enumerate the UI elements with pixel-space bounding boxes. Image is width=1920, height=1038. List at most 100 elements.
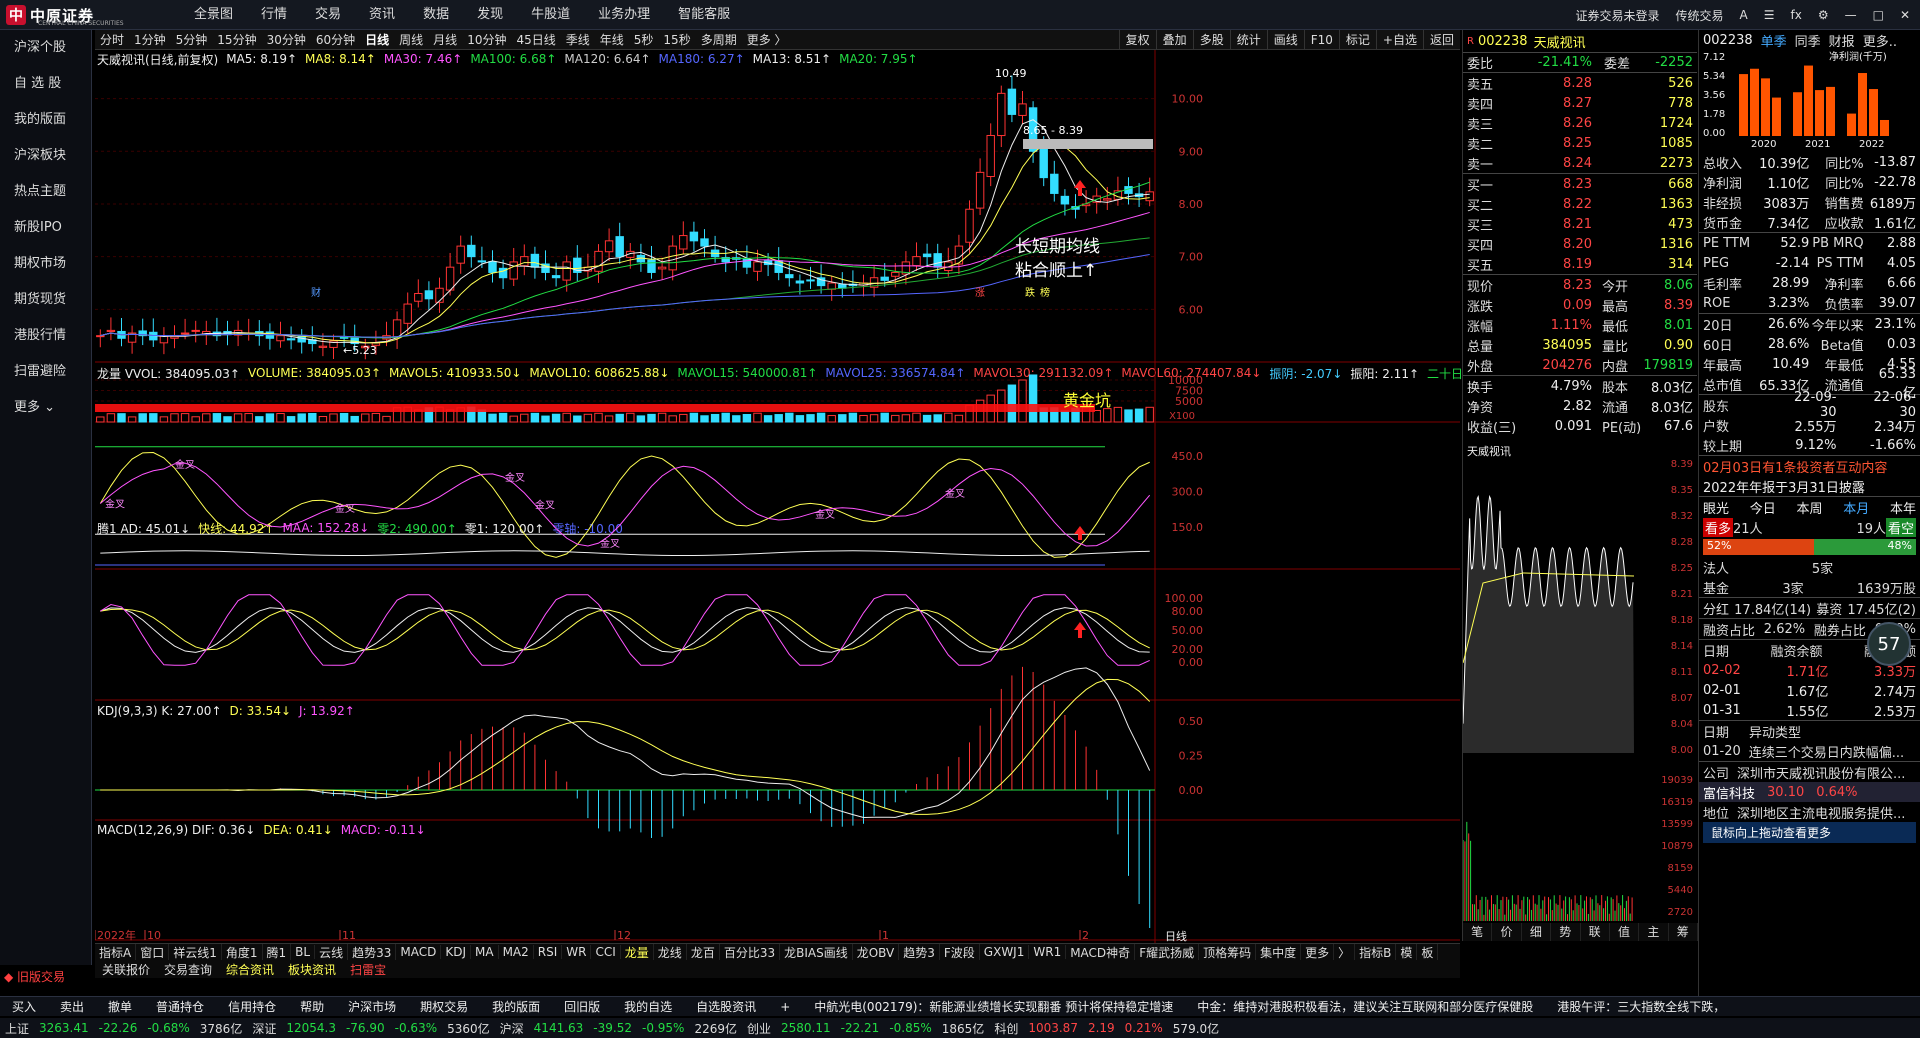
quick-btn-2[interactable]: 撤单 bbox=[96, 998, 144, 1015]
indicator-tab-28[interactable]: 集中度 bbox=[1256, 944, 1301, 961]
quick-btn-8[interactable]: 我的版面 bbox=[480, 998, 552, 1015]
nav-item-4[interactable]: 数据 bbox=[409, 0, 463, 30]
quick-btn-12[interactable]: + bbox=[768, 1000, 802, 1014]
nav-item-0[interactable]: 全景图 bbox=[180, 0, 247, 30]
quick-btn-5[interactable]: 帮助 bbox=[288, 998, 336, 1015]
intraday-tab-6[interactable]: 主 bbox=[1639, 923, 1668, 941]
indicator-tab-30[interactable]: 〉 bbox=[1334, 944, 1355, 961]
nav-item-7[interactable]: 业务办理 bbox=[584, 0, 664, 30]
intraday-tab-1[interactable]: 价 bbox=[1492, 923, 1521, 941]
indicator-tab-25[interactable]: MACD神奇 bbox=[1066, 944, 1135, 961]
ask-row[interactable]: 卖五 8.28 526 bbox=[1463, 73, 1697, 93]
nav-item-8[interactable]: 智能客服 bbox=[664, 0, 744, 30]
tool-4[interactable]: 画线 bbox=[1267, 30, 1304, 50]
topright-item-3[interactable]: ☰ bbox=[1764, 8, 1775, 22]
period-12[interactable]: 年线 bbox=[595, 31, 629, 48]
tool-5[interactable]: F10 bbox=[1304, 30, 1339, 50]
indicator-tab-31[interactable]: 指标B bbox=[1355, 944, 1396, 961]
sidebar-item-7[interactable]: 期货现货 bbox=[0, 282, 91, 318]
indicator-tab-17[interactable]: 龙百 bbox=[687, 944, 720, 961]
sidebar-item-2[interactable]: 我的版面 bbox=[0, 102, 91, 138]
tool-8[interactable]: 返回 bbox=[1423, 30, 1460, 50]
fin-tab-0[interactable]: 单季 bbox=[1761, 31, 1787, 50]
topright-item-1[interactable]: 传统交易 bbox=[1676, 7, 1724, 24]
quick-btn-7[interactable]: 期权交易 bbox=[408, 998, 480, 1015]
intraday-tab-2[interactable]: 细 bbox=[1522, 923, 1551, 941]
intraday-tab-3[interactable]: 势 bbox=[1551, 923, 1580, 941]
indicator-tab-29[interactable]: 更多 bbox=[1301, 944, 1334, 961]
quick-btn-3[interactable]: 普通持仓 bbox=[144, 998, 216, 1015]
sentiment-tab[interactable]: 眼光 bbox=[1703, 498, 1729, 517]
nav-item-1[interactable]: 行情 bbox=[247, 0, 301, 30]
sidebar-item-8[interactable]: 港股行情 bbox=[0, 318, 91, 354]
fin-tab-1[interactable]: 同季 bbox=[1795, 31, 1821, 50]
info-tab-1[interactable]: 交易查询 bbox=[157, 961, 219, 978]
nav-item-5[interactable]: 发现 bbox=[463, 0, 517, 30]
bid-row[interactable]: 买五 8.19 314 bbox=[1463, 254, 1697, 274]
quick-btn-0[interactable]: 买入 bbox=[0, 998, 48, 1015]
quick-btn-6[interactable]: 沪深市场 bbox=[336, 998, 408, 1015]
topright-item-8[interactable]: ✕ bbox=[1900, 8, 1910, 22]
kline-chart[interactable]: 10.009.008.007.006.0010.49←5.238.65 - 8.… bbox=[95, 50, 1460, 943]
bid-row[interactable]: 买三 8.21 473 bbox=[1463, 214, 1697, 234]
period-0[interactable]: 分时 bbox=[95, 31, 129, 48]
period-9[interactable]: 10分钟 bbox=[462, 31, 511, 48]
topright-item-7[interactable]: □ bbox=[1873, 8, 1884, 22]
sidebar-item-10[interactable]: 更多 ⌄ bbox=[0, 390, 91, 426]
news-item[interactable]: 2022年年报于3月31日披露 bbox=[1699, 476, 1920, 496]
info-tab-3[interactable]: 板块资讯 bbox=[281, 961, 343, 978]
topright-item-5[interactable]: ⚙ bbox=[1818, 8, 1829, 22]
indicator-tab-32[interactable]: 模 bbox=[1396, 944, 1417, 961]
info-tab-0[interactable]: 关联报价 bbox=[95, 961, 157, 978]
indicator-tab-18[interactable]: 百分比33 bbox=[720, 944, 780, 961]
indicator-tab-6[interactable]: 云线 bbox=[315, 944, 348, 961]
news-ticker-3[interactable]: 港股午评：三大指数全线下跌， bbox=[1545, 998, 1737, 1015]
indicator-tab-16[interactable]: 龙线 bbox=[654, 944, 687, 961]
sidebar-item-3[interactable]: 沪深板块 bbox=[0, 138, 91, 174]
indicator-tab-11[interactable]: MA2 bbox=[499, 945, 534, 959]
indicator-tab-19[interactable]: 龙BIAS画线 bbox=[780, 944, 853, 961]
intraday-tab-4[interactable]: 联 bbox=[1581, 923, 1610, 941]
industry-row[interactable]: 富信科技 30.10 0.64% bbox=[1699, 782, 1920, 802]
news-item[interactable]: 02月03日有1条投资者互动内容 bbox=[1699, 456, 1920, 476]
indicator-tab-13[interactable]: WR bbox=[562, 945, 591, 959]
indicator-tab-10[interactable]: MA bbox=[471, 945, 499, 959]
quick-btn-10[interactable]: 我的自选 bbox=[612, 998, 684, 1015]
intraday-tab-0[interactable]: 笔 bbox=[1463, 923, 1492, 941]
info-tab-2[interactable]: 综合资讯 bbox=[219, 961, 281, 978]
indicator-tab-9[interactable]: KDJ bbox=[441, 945, 471, 959]
nav-item-3[interactable]: 资讯 bbox=[355, 0, 409, 30]
ask-row[interactable]: 卖二 8.25 1085 bbox=[1463, 133, 1697, 153]
period-5[interactable]: 60分钟 bbox=[311, 31, 360, 48]
topright-item-0[interactable]: 证券交易未登录 bbox=[1575, 7, 1659, 24]
tool-7[interactable]: +自选 bbox=[1376, 30, 1423, 50]
period-2[interactable]: 5分钟 bbox=[171, 31, 213, 48]
indicator-tab-24[interactable]: WR1 bbox=[1029, 945, 1066, 959]
period-7[interactable]: 周线 bbox=[394, 31, 428, 48]
indicator-tab-33[interactable]: 板 bbox=[1417, 944, 1438, 961]
topright-item-2[interactable]: A bbox=[1740, 8, 1748, 22]
topright-item-4[interactable]: fx bbox=[1791, 8, 1802, 22]
indicator-tab-20[interactable]: 龙OBV bbox=[853, 944, 900, 961]
sidebar-item-9[interactable]: 扫雷避险 bbox=[0, 354, 91, 390]
company-row[interactable]: 公司 深圳市天威视讯股份有限公... bbox=[1699, 762, 1920, 782]
bid-row[interactable]: 买四 8.20 1316 bbox=[1463, 234, 1697, 254]
indicator-tab-0[interactable]: 指标A bbox=[95, 944, 136, 961]
sidebar-item-0[interactable]: 沪深个股 bbox=[0, 30, 91, 66]
intraday-tab-5[interactable]: 值 bbox=[1610, 923, 1639, 941]
ask-row[interactable]: 卖三 8.26 1724 bbox=[1463, 113, 1697, 133]
old-trade-link[interactable]: ◆ 旧版交易 bbox=[4, 968, 65, 985]
indicator-tab-12[interactable]: RSI bbox=[534, 945, 563, 959]
indicator-tab-2[interactable]: 祥云线1 bbox=[169, 944, 222, 961]
period-14[interactable]: 15秒 bbox=[658, 31, 695, 48]
intraday-chart[interactable]: 天威视讯 8.39 8.35 8.32 8.28 8.25 8.21 8.18 8.14 8.11… bbox=[1462, 443, 1697, 941]
indicator-tab-23[interactable]: GXWJ1 bbox=[980, 945, 1030, 959]
period-4[interactable]: 30分钟 bbox=[262, 31, 311, 48]
quick-btn-9[interactable]: 回旧版 bbox=[552, 998, 612, 1015]
sidebar-item-4[interactable]: 热点主题 bbox=[0, 174, 91, 210]
indicator-tab-3[interactable]: 角度1 bbox=[222, 944, 263, 961]
indicator-tab-15[interactable]: 龙量 bbox=[621, 944, 654, 961]
sentiment-tab[interactable]: 本年 bbox=[1890, 498, 1916, 517]
indicator-tab-1[interactable]: 窗口 bbox=[136, 944, 169, 961]
quick-btn-11[interactable]: 自选股资讯 bbox=[684, 998, 768, 1015]
